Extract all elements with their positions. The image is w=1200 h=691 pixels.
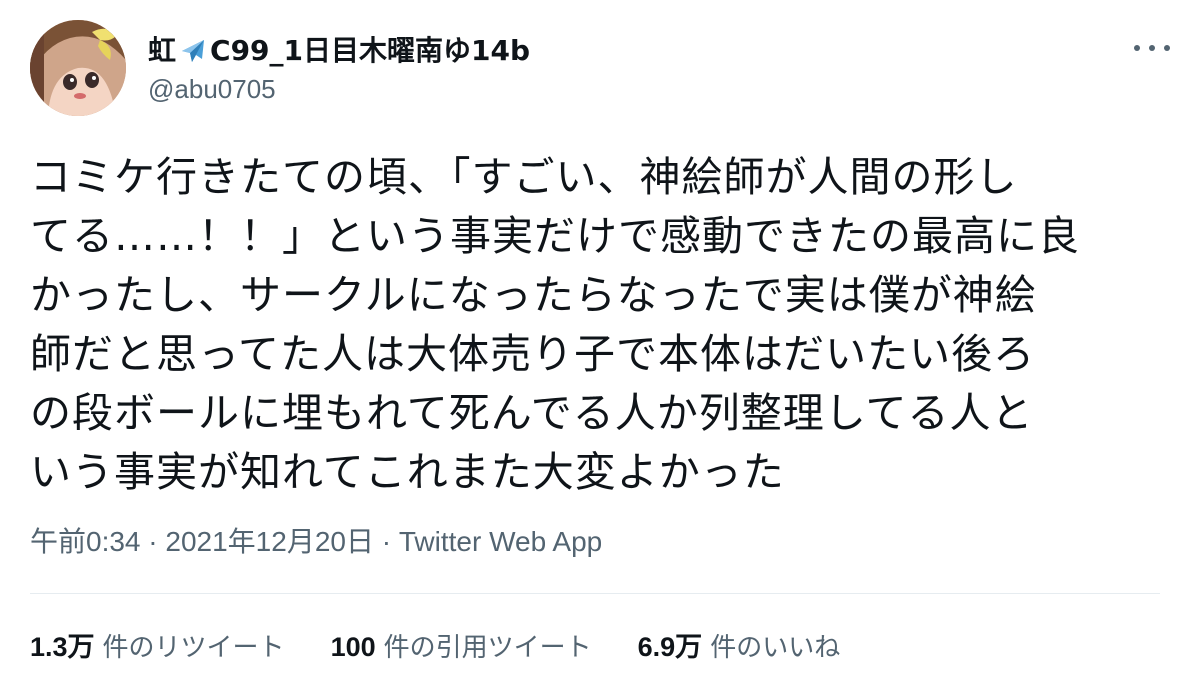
handle[interactable]: @abu0705 [148, 72, 530, 106]
author-names: 虹 C99_1日目木曜南ゆ14b @abu0705 [148, 34, 530, 106]
tweet-header: 虹 C99_1日目木曜南ゆ14b @abu0705 [30, 20, 1170, 120]
display-name-suffix: C99_1日目木曜南ゆ14b [210, 34, 531, 67]
display-name[interactable]: 虹 C99_1日目木曜南ゆ14b [148, 34, 530, 68]
more-dot [1134, 45, 1140, 51]
display-name-prefix: 虹 [148, 34, 177, 67]
tweet-text: コミケ行きたての頃、「すごい、神絵師が人間の形し てる……！！」という事実だけで… [30, 153, 1080, 496]
tweet-date[interactable]: 2021年12月20日 [165, 526, 374, 557]
more-dot [1149, 45, 1155, 51]
divider [30, 593, 1160, 594]
tweet-meta: 午前0:34 · 2021年12月20日 · Twitter Web App [30, 522, 602, 562]
tweet-source[interactable]: Twitter Web App [399, 526, 602, 557]
tweet-time[interactable]: 午前0:34 [30, 526, 141, 557]
more-horizontal-icon[interactable] [1134, 38, 1170, 58]
retweets-stat[interactable]: 1.3万 件のリツイート [30, 625, 285, 664]
avatar[interactable] [30, 20, 126, 116]
avatar-image [30, 20, 126, 116]
retweets-count: 1.3万 [30, 632, 95, 662]
quotes-label: 件の引用ツイート [383, 633, 592, 663]
likes-count: 6.9万 [637, 632, 703, 662]
retweets-label: 件のリツイート [102, 633, 285, 663]
quotes-count: 100 [330, 632, 376, 662]
likes-stat[interactable]: 6.9万 件のいいね [638, 625, 841, 664]
tweet-card: 虹 C99_1日目木曜南ゆ14b @abu0705 コミケ行きたての頃、「すごい… [0, 0, 1200, 691]
quotes-stat[interactable]: 100 件の引用ツイート [331, 627, 592, 664]
more-dot [1164, 45, 1170, 51]
meta-separator: · [140, 526, 166, 557]
tweet-stats: 1.3万 件のリツイート 100 件の引用ツイート 6.9万 件のいいね [30, 625, 886, 664]
meta-separator: · [373, 526, 399, 557]
airplane-emoji-icon [178, 36, 208, 66]
likes-label: 件のいいね [710, 633, 841, 663]
